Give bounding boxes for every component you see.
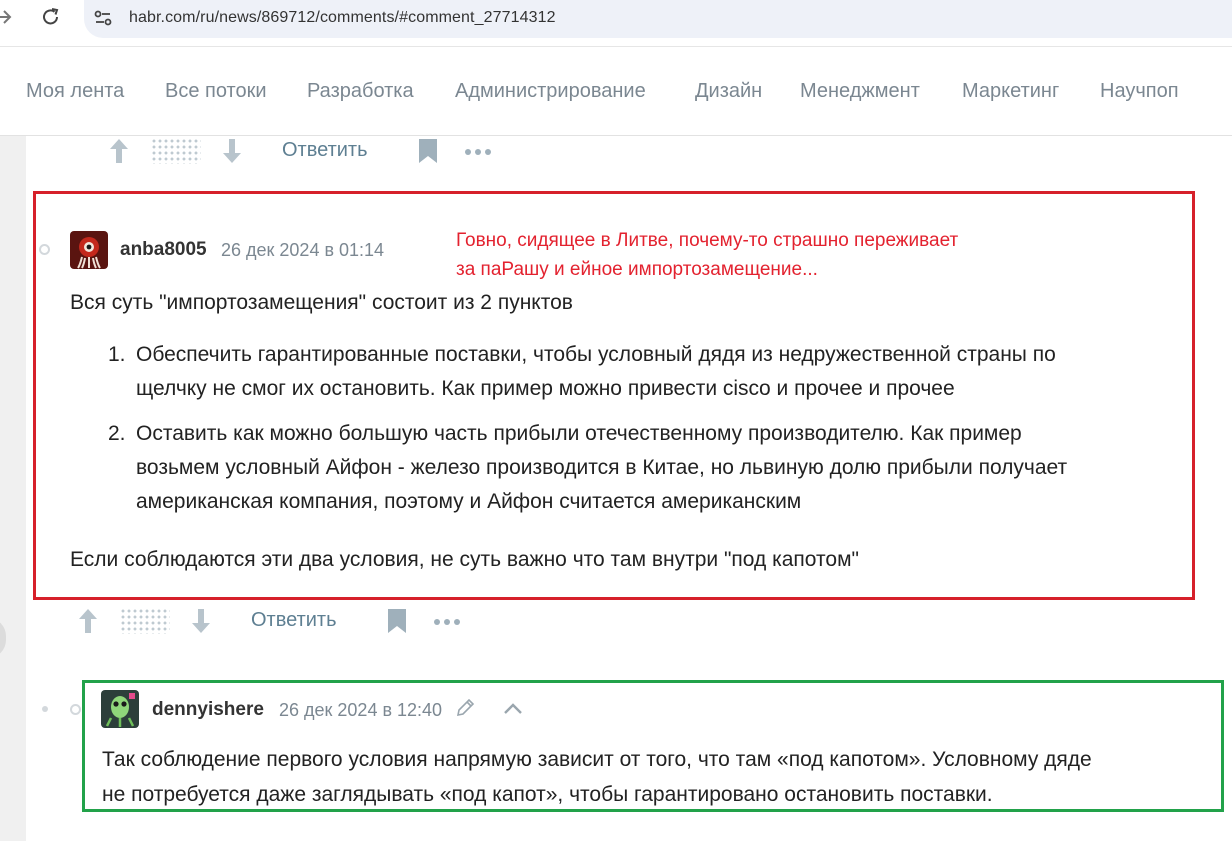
thread-marker bbox=[70, 704, 81, 715]
list-item-line: щелчку не смог их остановить. Как пример… bbox=[136, 377, 955, 400]
comment-intro: Вся суть "импортозамещения" состоит из 2… bbox=[70, 291, 573, 314]
comment-date[interactable]: 26 дек 2024 в 01:14 bbox=[221, 240, 384, 261]
rating-hidden bbox=[151, 138, 201, 164]
comment-date[interactable]: 26 дек 2024 в 12:40 bbox=[279, 700, 442, 721]
list-item-line: возьмем условный Айфон - железо производ… bbox=[136, 456, 1068, 479]
comment-line: не потребуется даже заглядывать «под кап… bbox=[102, 783, 993, 806]
more-dots-icon[interactable] bbox=[464, 138, 494, 164]
bookmark-icon[interactable] bbox=[417, 138, 439, 164]
site-info-icon[interactable] bbox=[92, 7, 114, 29]
list-item: 2. Оставить как можно большую часть приб… bbox=[108, 417, 1068, 519]
comment-author[interactable]: dennyishere bbox=[152, 699, 264, 721]
comment-actions-prev: Ответить bbox=[108, 136, 508, 166]
comment-line: Так соблюдение первого условия напрямую … bbox=[102, 748, 1092, 771]
forward-arrow-icon[interactable] bbox=[0, 4, 14, 30]
comment-author[interactable]: anba8005 bbox=[120, 239, 207, 261]
annotation-line-2: за паРашу и ейное импортозамещение... bbox=[456, 259, 818, 280]
list-number: 1. bbox=[108, 343, 126, 366]
pencil-icon bbox=[455, 698, 475, 718]
downvote-arrow-icon[interactable] bbox=[190, 608, 212, 634]
avatar[interactable] bbox=[70, 231, 108, 269]
reply-link[interactable]: Ответить bbox=[282, 139, 368, 162]
page: habr.com/ru/news/869712/comments/#commen… bbox=[0, 0, 1232, 841]
comment-list: 1. Обеспечить гарантированные поставки, … bbox=[108, 338, 1068, 530]
nav-administration[interactable]: Администрирование bbox=[455, 80, 646, 103]
nav-my-feed[interactable]: Моя лента bbox=[26, 80, 124, 103]
nav-marketing[interactable]: Маркетинг bbox=[962, 80, 1059, 103]
scroll-handle[interactable] bbox=[0, 618, 6, 658]
upvote-arrow-icon[interactable] bbox=[108, 138, 130, 164]
nav-development[interactable]: Разработка bbox=[307, 80, 414, 103]
thread-gutter bbox=[0, 136, 26, 841]
nav-popsci[interactable]: Научпоп bbox=[1100, 80, 1179, 103]
list-item-line: Обеспечить гарантированные поставки, что… bbox=[136, 343, 1056, 366]
nav-management[interactable]: Менеджмент bbox=[800, 80, 920, 103]
list-item-line: Оставить как можно большую часть прибыли… bbox=[136, 422, 1022, 445]
list-item-line: американская компания, поэтому и Айфон с… bbox=[136, 490, 802, 513]
thread-marker bbox=[39, 244, 50, 255]
nav-design[interactable]: Дизайн bbox=[695, 80, 762, 103]
thread-marker bbox=[42, 706, 48, 712]
more-dots-icon[interactable] bbox=[433, 608, 463, 634]
comment-actions: Ответить bbox=[77, 606, 477, 636]
url-text[interactable]: habr.com/ru/news/869712/comments/#commen… bbox=[129, 9, 556, 27]
bookmark-icon[interactable] bbox=[386, 608, 408, 634]
site-navigation: Моя лента Все потоки Разработка Админист… bbox=[0, 46, 1232, 136]
chevron-up-icon[interactable] bbox=[502, 698, 524, 720]
reload-icon[interactable] bbox=[40, 4, 62, 30]
list-number: 2. bbox=[108, 422, 126, 445]
avatar[interactable] bbox=[101, 690, 139, 728]
reply-link[interactable]: Ответить bbox=[251, 609, 337, 632]
comment-conclusion: Если соблюдаются эти два условия, не сут… bbox=[70, 548, 859, 571]
downvote-arrow-icon[interactable] bbox=[221, 138, 243, 164]
rating-hidden bbox=[120, 608, 170, 634]
browser-toolbar: habr.com/ru/news/869712/comments/#commen… bbox=[0, 0, 1232, 40]
upvote-arrow-icon[interactable] bbox=[77, 608, 99, 634]
nav-all-streams[interactable]: Все потоки bbox=[165, 80, 267, 103]
list-item: 1. Обеспечить гарантированные поставки, … bbox=[108, 338, 1067, 406]
annotation-line-1: Говно, сидящее в Литве, почему-то страшн… bbox=[456, 230, 959, 251]
